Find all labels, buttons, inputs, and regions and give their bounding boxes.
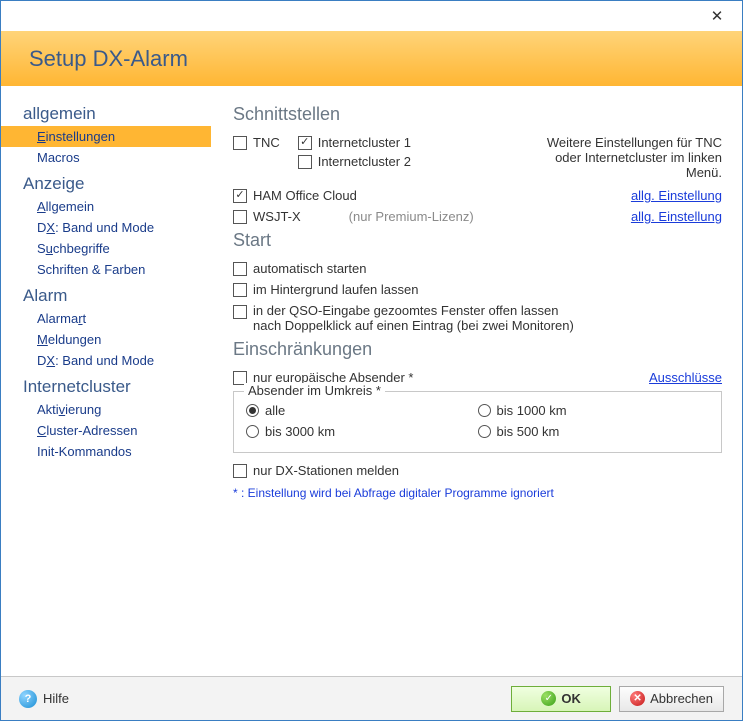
radiogroup-legend: Absender im Umkreis * — [244, 383, 385, 398]
sidebar-item-meldungen[interactable]: Meldungen — [1, 329, 211, 350]
titlebar: ✕ — [1, 1, 742, 31]
cancel-icon: ✕ — [630, 691, 645, 706]
sidebar-item-schriften-farben[interactable]: Schriften & Farben — [1, 259, 211, 280]
sidebar-item-dx-band-mode[interactable]: DX: Band und Mode — [1, 217, 211, 238]
close-icon[interactable]: ✕ — [702, 1, 732, 31]
radio-alle[interactable]: alle — [246, 403, 478, 418]
check-icon: ✓ — [541, 691, 556, 706]
footnote: * : Einstellung wird bei Abfrage digital… — [233, 486, 722, 500]
sidebar-group-allgemein: allgemein — [1, 98, 211, 126]
page-title: Setup DX-Alarm — [29, 46, 188, 72]
sidebar-item-alarmart[interactable]: Alarmart — [1, 308, 211, 329]
sidebar-item-aktivierung[interactable]: Aktivierung — [1, 399, 211, 420]
sidebar-item-einstellungen[interactable]: Einstellungen — [1, 126, 211, 147]
link-allg-einstellung-wsjt[interactable]: allg. Einstellung — [631, 209, 722, 224]
radio-1000km[interactable]: bis 1000 km — [478, 403, 710, 418]
sidebar: allgemein Einstellungen Macros Anzeige A… — [1, 86, 211, 676]
sidebar-item-allgemein[interactable]: Allgemein — [1, 196, 211, 217]
sidebar-item-suchbegriffe[interactable]: Suchbegriffe — [1, 238, 211, 259]
checkbox-ham-office-cloud[interactable]: HAM Office Cloud — [233, 188, 357, 203]
ok-button[interactable]: ✓ OK — [511, 686, 611, 712]
link-ausschluesse[interactable]: Ausschlüsse — [649, 370, 722, 385]
wsjt-note: (nur Premium-Lizenz) — [349, 209, 474, 224]
sidebar-item-cluster-adressen[interactable]: Cluster-Adressen — [1, 420, 211, 441]
checkbox-qso-zoom[interactable]: in der QSO-Eingabe gezoomtes Fenster off… — [233, 303, 574, 333]
checkbox-auto-start[interactable]: automatisch starten — [233, 261, 366, 276]
help-link[interactable]: Hilfe — [43, 691, 69, 706]
checkbox-tnc[interactable]: TNC — [233, 135, 280, 150]
sidebar-item-dx-band-mode-2[interactable]: DX: Band und Mode — [1, 350, 211, 371]
checkbox-hintergrund[interactable]: im Hintergrund laufen lassen — [233, 282, 418, 297]
radio-3000km[interactable]: bis 3000 km — [246, 424, 478, 439]
help-icon[interactable]: ? — [19, 690, 37, 708]
sidebar-group-internetcluster: Internetcluster — [1, 371, 211, 399]
content: Schnittstellen TNC Internetcluster 1 Int… — [211, 86, 742, 676]
checkbox-internetcluster-1[interactable]: Internetcluster 1 — [298, 135, 411, 150]
sidebar-group-alarm: Alarm — [1, 280, 211, 308]
footer: ? Hilfe ✓ OK ✕ Abbrechen — [1, 676, 742, 720]
section-einschraenkungen: Einschränkungen — [233, 339, 722, 360]
cancel-button[interactable]: ✕ Abbrechen — [619, 686, 724, 712]
radio-500km[interactable]: bis 500 km — [478, 424, 710, 439]
checkbox-wsjt-x[interactable]: WSJT-X — [233, 209, 301, 224]
sidebar-group-anzeige: Anzeige — [1, 168, 211, 196]
section-schnittstellen: Schnittstellen — [233, 104, 722, 125]
link-allg-einstellung-ham[interactable]: allg. Einstellung — [631, 188, 722, 203]
schnittstellen-hint: Weitere Einstellungen für TNC oder Inter… — [522, 135, 722, 180]
section-start: Start — [233, 230, 722, 251]
header: Setup DX-Alarm — [1, 31, 742, 86]
sidebar-item-init-kommandos[interactable]: Init-Kommandos — [1, 441, 211, 462]
checkbox-internetcluster-2[interactable]: Internetcluster 2 — [298, 154, 411, 169]
radiogroup-absender-umkreis: Absender im Umkreis * alle bis 1000 km b… — [233, 391, 722, 453]
checkbox-nur-dx[interactable]: nur DX-Stationen melden — [233, 463, 399, 478]
sidebar-item-macros[interactable]: Macros — [1, 147, 211, 168]
